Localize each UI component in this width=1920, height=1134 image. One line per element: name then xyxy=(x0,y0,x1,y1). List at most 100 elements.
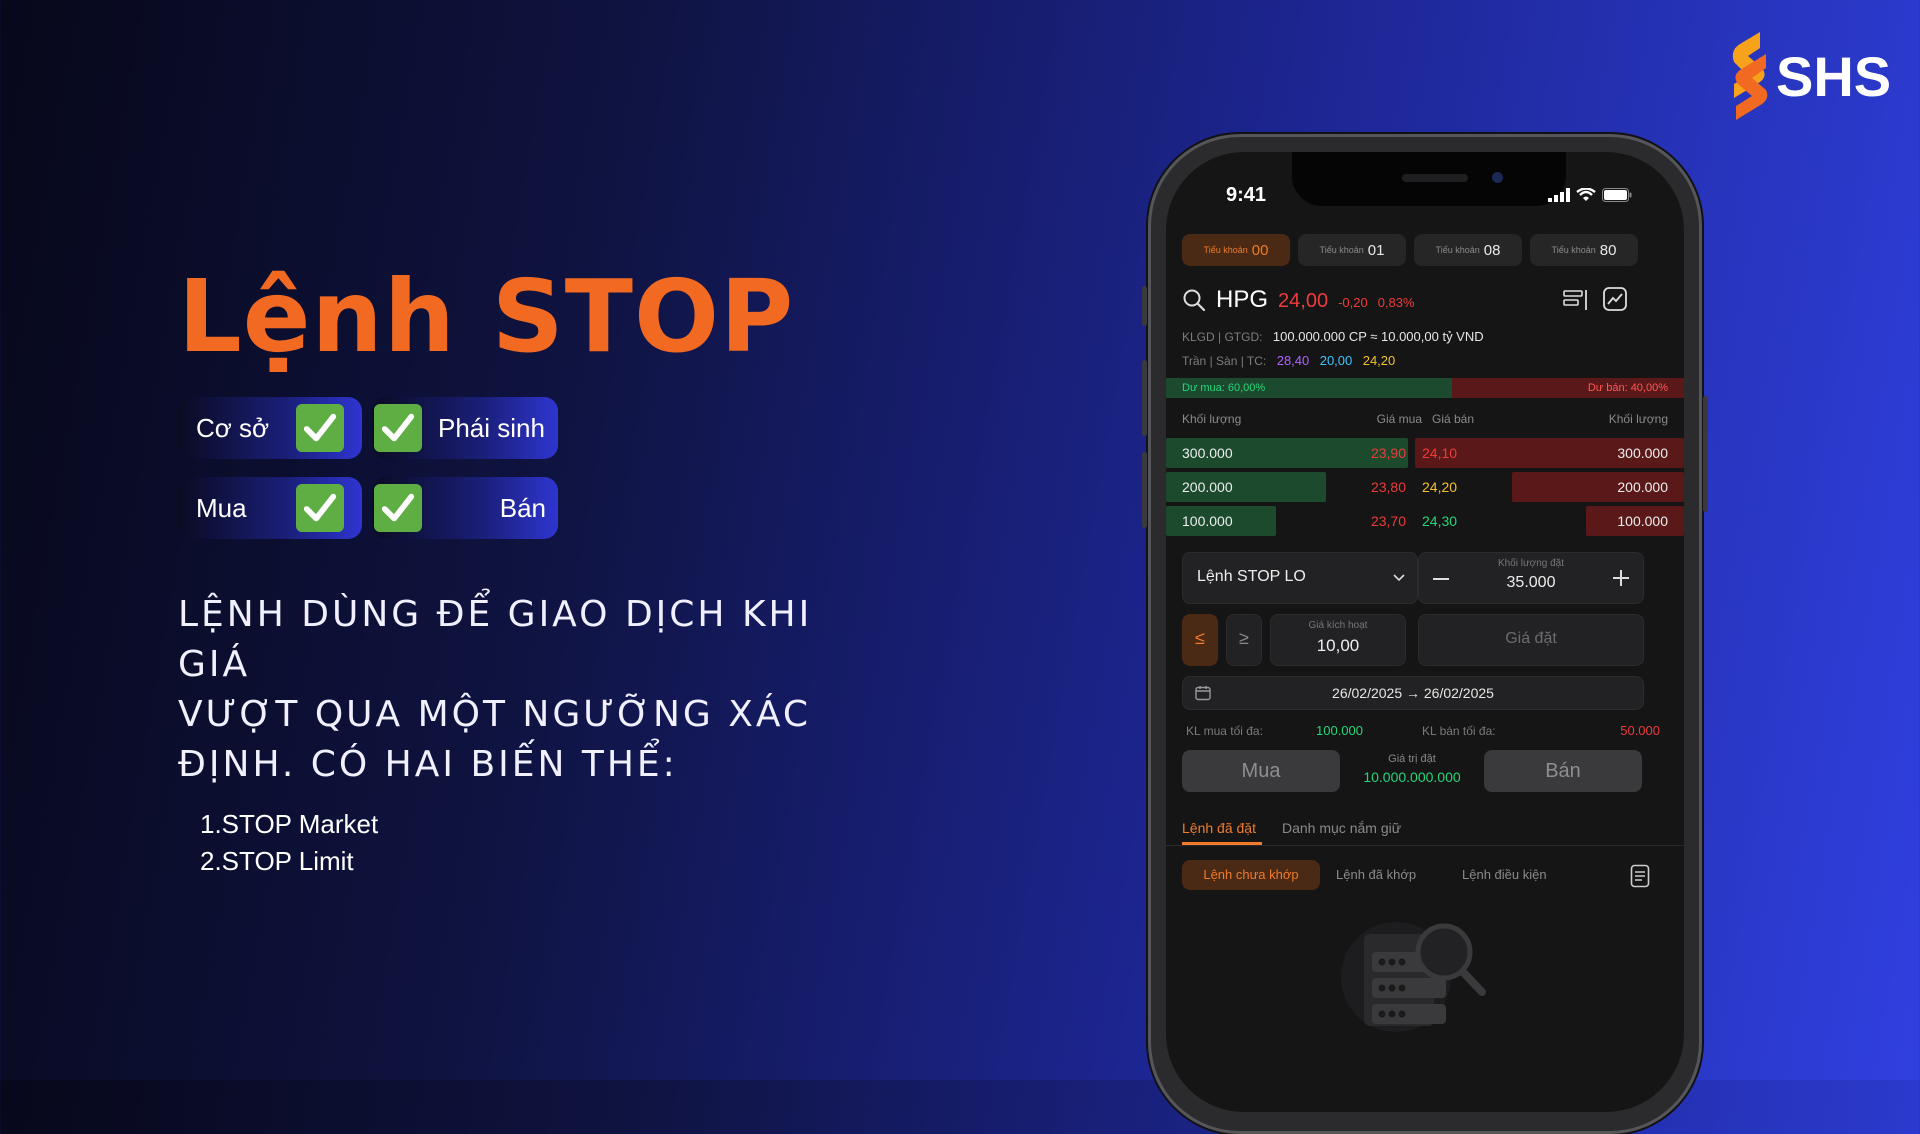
reference-price: 24,20 xyxy=(1362,353,1396,368)
tab-label: Tiểu khoản xyxy=(1435,245,1480,255)
orderbook-row[interactable]: 100.000 23,70 24,30 100.000 xyxy=(1166,506,1684,536)
bid-price: 23,70 xyxy=(1370,513,1406,529)
signal-icon xyxy=(1548,188,1570,202)
buy-button[interactable]: Mua xyxy=(1182,750,1340,792)
plus-icon[interactable] xyxy=(1613,570,1629,586)
order-value: 10.000.000.000 xyxy=(1363,769,1461,785)
volume-info: KLGD | GTGD: 100.000.000 CP ≈ 10.000,00 … xyxy=(1182,328,1484,346)
bid-volume: 300.000 xyxy=(1182,445,1233,461)
chip-label-phai-sinh: Phái sinh xyxy=(438,412,545,443)
ask-volume: 100.000 xyxy=(1617,513,1668,529)
check-icon xyxy=(296,404,344,452)
symbol-code[interactable]: HPG xyxy=(1216,286,1268,314)
search-icon[interactable] xyxy=(1182,288,1206,312)
ref-info: Trần | Sàn | TC: 28,40 20,00 24,20 xyxy=(1182,352,1395,370)
chip-label-ban: Bán xyxy=(499,492,546,523)
quantity-stepper[interactable]: Khối lượng đặt 35.000 xyxy=(1418,552,1644,604)
subtab-pending[interactable]: Lệnh chưa khớp xyxy=(1182,860,1320,890)
check-icon xyxy=(374,484,422,532)
order-list-icon[interactable] xyxy=(1630,864,1650,888)
phone-side-button xyxy=(1703,396,1708,512)
tab-portfolio[interactable]: Danh mục nắm giữ xyxy=(1282,820,1401,836)
orderbook-toggle-icon[interactable] xyxy=(1562,288,1588,312)
ob-header-bid: Giá mua xyxy=(1376,412,1422,426)
volume-label: KLGD | GTGD: xyxy=(1182,330,1263,344)
chip-phai-sinh: Phái sinh xyxy=(372,397,558,459)
order-type-select[interactable]: Lệnh STOP LO xyxy=(1182,552,1418,604)
order-price-placeholder: Giá đặt xyxy=(1505,630,1557,647)
orderbook-row[interactable]: 300.000 23,90 24,10 300.000 xyxy=(1166,438,1684,468)
status-icons xyxy=(1548,188,1632,202)
chip-mua: Mua xyxy=(178,477,362,539)
ge-toggle[interactable]: ≥ xyxy=(1226,614,1262,666)
minus-icon[interactable] xyxy=(1433,577,1449,581)
date-range-picker[interactable]: 26/02/2025 → 26/02/2025 xyxy=(1182,676,1644,710)
logo-text: SHS xyxy=(1776,44,1892,108)
ob-header-ask-vol: Khối lượng xyxy=(1608,412,1668,426)
tab-account-08[interactable]: Tiểu khoản 08 xyxy=(1414,234,1522,266)
max-buy-value: 100.000 xyxy=(1316,723,1363,738)
max-sell-label: KL bán tối đa: xyxy=(1422,724,1496,738)
tab-number: 00 xyxy=(1251,241,1269,259)
shs-mark-icon xyxy=(1732,32,1768,120)
chip-co-so: Cơ sở xyxy=(178,397,362,459)
trigger-price-input[interactable]: Giá kích hoạt 10,00 xyxy=(1270,614,1406,666)
ask-volume: 300.000 xyxy=(1617,445,1668,461)
max-sell-value: 50.000 xyxy=(1620,723,1660,738)
tab-account-00[interactable]: Tiểu khoản 00 xyxy=(1182,234,1290,266)
ask-price: 24,20 xyxy=(1422,479,1458,495)
tab-placed-orders[interactable]: Lệnh đã đặt xyxy=(1182,820,1256,836)
tab-account-80[interactable]: Tiểu khoản 80 xyxy=(1530,234,1638,266)
empty-state-icon xyxy=(1341,922,1486,1032)
sell-ratio: Dư bán: 40,00% xyxy=(1452,378,1684,398)
phone-side-button xyxy=(1142,452,1147,528)
order-price-input[interactable]: Giá đặt xyxy=(1418,614,1644,666)
phone-side-button xyxy=(1142,286,1147,326)
description: LỆNH DÙNG ĐỂ GIAO DỊCH KHI GIÁ VƯỢT QUA … xyxy=(178,590,898,790)
check-icon xyxy=(374,404,422,452)
tab-number: 80 xyxy=(1599,241,1617,259)
trigger-price-label: Giá kích hoạt xyxy=(1308,620,1368,631)
last-price: 24,00 xyxy=(1278,290,1329,312)
max-buy-label: KL mua tối đa: xyxy=(1186,724,1263,738)
ask-volume: 200.000 xyxy=(1617,479,1668,495)
speaker xyxy=(1402,174,1468,182)
le-symbol: ≤ xyxy=(1195,628,1205,648)
tab-account-01[interactable]: Tiểu khoản 01 xyxy=(1298,234,1406,266)
floor-price: 20,00 xyxy=(1319,353,1353,368)
status-time: 9:41 xyxy=(1226,184,1267,206)
ob-header-bid-vol: Khối lượng xyxy=(1182,412,1242,426)
bid-volume: 100.000 xyxy=(1182,513,1233,529)
tab-number: 01 xyxy=(1367,241,1385,259)
subtab-matched[interactable]: Lệnh đã khớp xyxy=(1336,867,1416,882)
ask-price: 24,10 xyxy=(1422,445,1458,461)
chart-icon[interactable] xyxy=(1602,286,1628,312)
buy-sell-ratio-bar: Dư mua: 60,00% Dư bán: 40,00% xyxy=(1166,378,1684,398)
bid-price: 23,90 xyxy=(1370,445,1406,461)
ob-header-ask: Giá bán xyxy=(1432,412,1475,426)
price-change-pct: 0,83% xyxy=(1377,295,1415,310)
chip-ban: Bán xyxy=(372,477,558,539)
description-line: VƯỢT QUA MỘT NGƯỠNG XÁC xyxy=(178,694,812,735)
check-icon xyxy=(296,484,344,532)
account-tabs: Tiểu khoản 00 Tiểu khoản 01 Tiểu khoản 0… xyxy=(1182,234,1638,266)
le-toggle[interactable]: ≤ xyxy=(1182,614,1218,666)
sell-button[interactable]: Bán xyxy=(1484,750,1642,792)
order-type-value: Lệnh STOP LO xyxy=(1197,568,1306,585)
tab-number: 08 xyxy=(1483,241,1501,259)
quantity-value[interactable]: 35.000 xyxy=(1419,574,1643,592)
chip-label-co-so: Cơ sở xyxy=(196,412,270,443)
tab-label: Tiểu khoản xyxy=(1203,245,1248,255)
symbol-row: HPG 24,00 -0,20 0,83% xyxy=(1182,286,1415,314)
wifi-icon xyxy=(1576,188,1596,201)
volume-value: 100.000.000 CP ≈ 10.000,00 tỷ VND xyxy=(1272,329,1484,344)
tab-divider xyxy=(1166,845,1684,846)
orderbook-row[interactable]: 200.000 23,80 24,20 200.000 xyxy=(1166,472,1684,502)
camera xyxy=(1492,172,1503,183)
ask-price: 24,30 xyxy=(1422,513,1458,529)
ceiling-price: 28,40 xyxy=(1276,353,1310,368)
chevron-down-icon xyxy=(1393,574,1405,582)
subtab-conditional[interactable]: Lệnh điều kiện xyxy=(1462,867,1547,882)
chip-label-mua: Mua xyxy=(196,492,247,523)
page-title: Lệnh STOP xyxy=(178,258,795,375)
